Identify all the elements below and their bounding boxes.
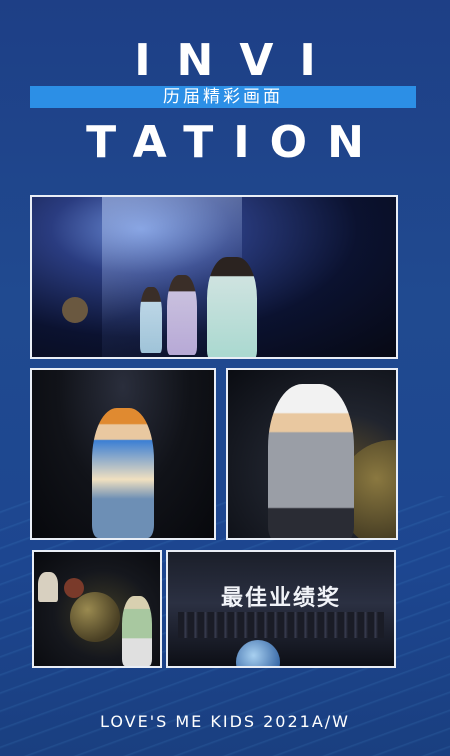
award-photo: 最佳业绩奖 (166, 550, 396, 668)
planet-decoration (70, 592, 120, 642)
runway-photo-2 (30, 368, 216, 540)
runway-photo-3 (226, 368, 398, 540)
footer-brand: LOVE'S ME KIDS 2021A/W (100, 712, 350, 731)
model-figure (92, 408, 154, 538)
subtitle-banner: 历届精彩画面 (30, 86, 416, 108)
planet-decoration (64, 578, 84, 598)
model-figure (122, 596, 152, 666)
planet-decoration (236, 640, 280, 666)
planet-decoration (62, 297, 88, 323)
model-figure (167, 275, 197, 355)
model-figure (140, 287, 162, 353)
title-bottom: TATION (86, 117, 384, 168)
model-figure (268, 384, 354, 538)
award-title: 最佳业绩奖 (220, 586, 341, 611)
runway-photo-1 (30, 195, 398, 359)
model-figure (38, 572, 58, 602)
runway-photo-4 (32, 550, 162, 668)
model-figure (207, 257, 257, 357)
title-top: INVI (134, 35, 342, 86)
award-crowd (178, 612, 384, 638)
